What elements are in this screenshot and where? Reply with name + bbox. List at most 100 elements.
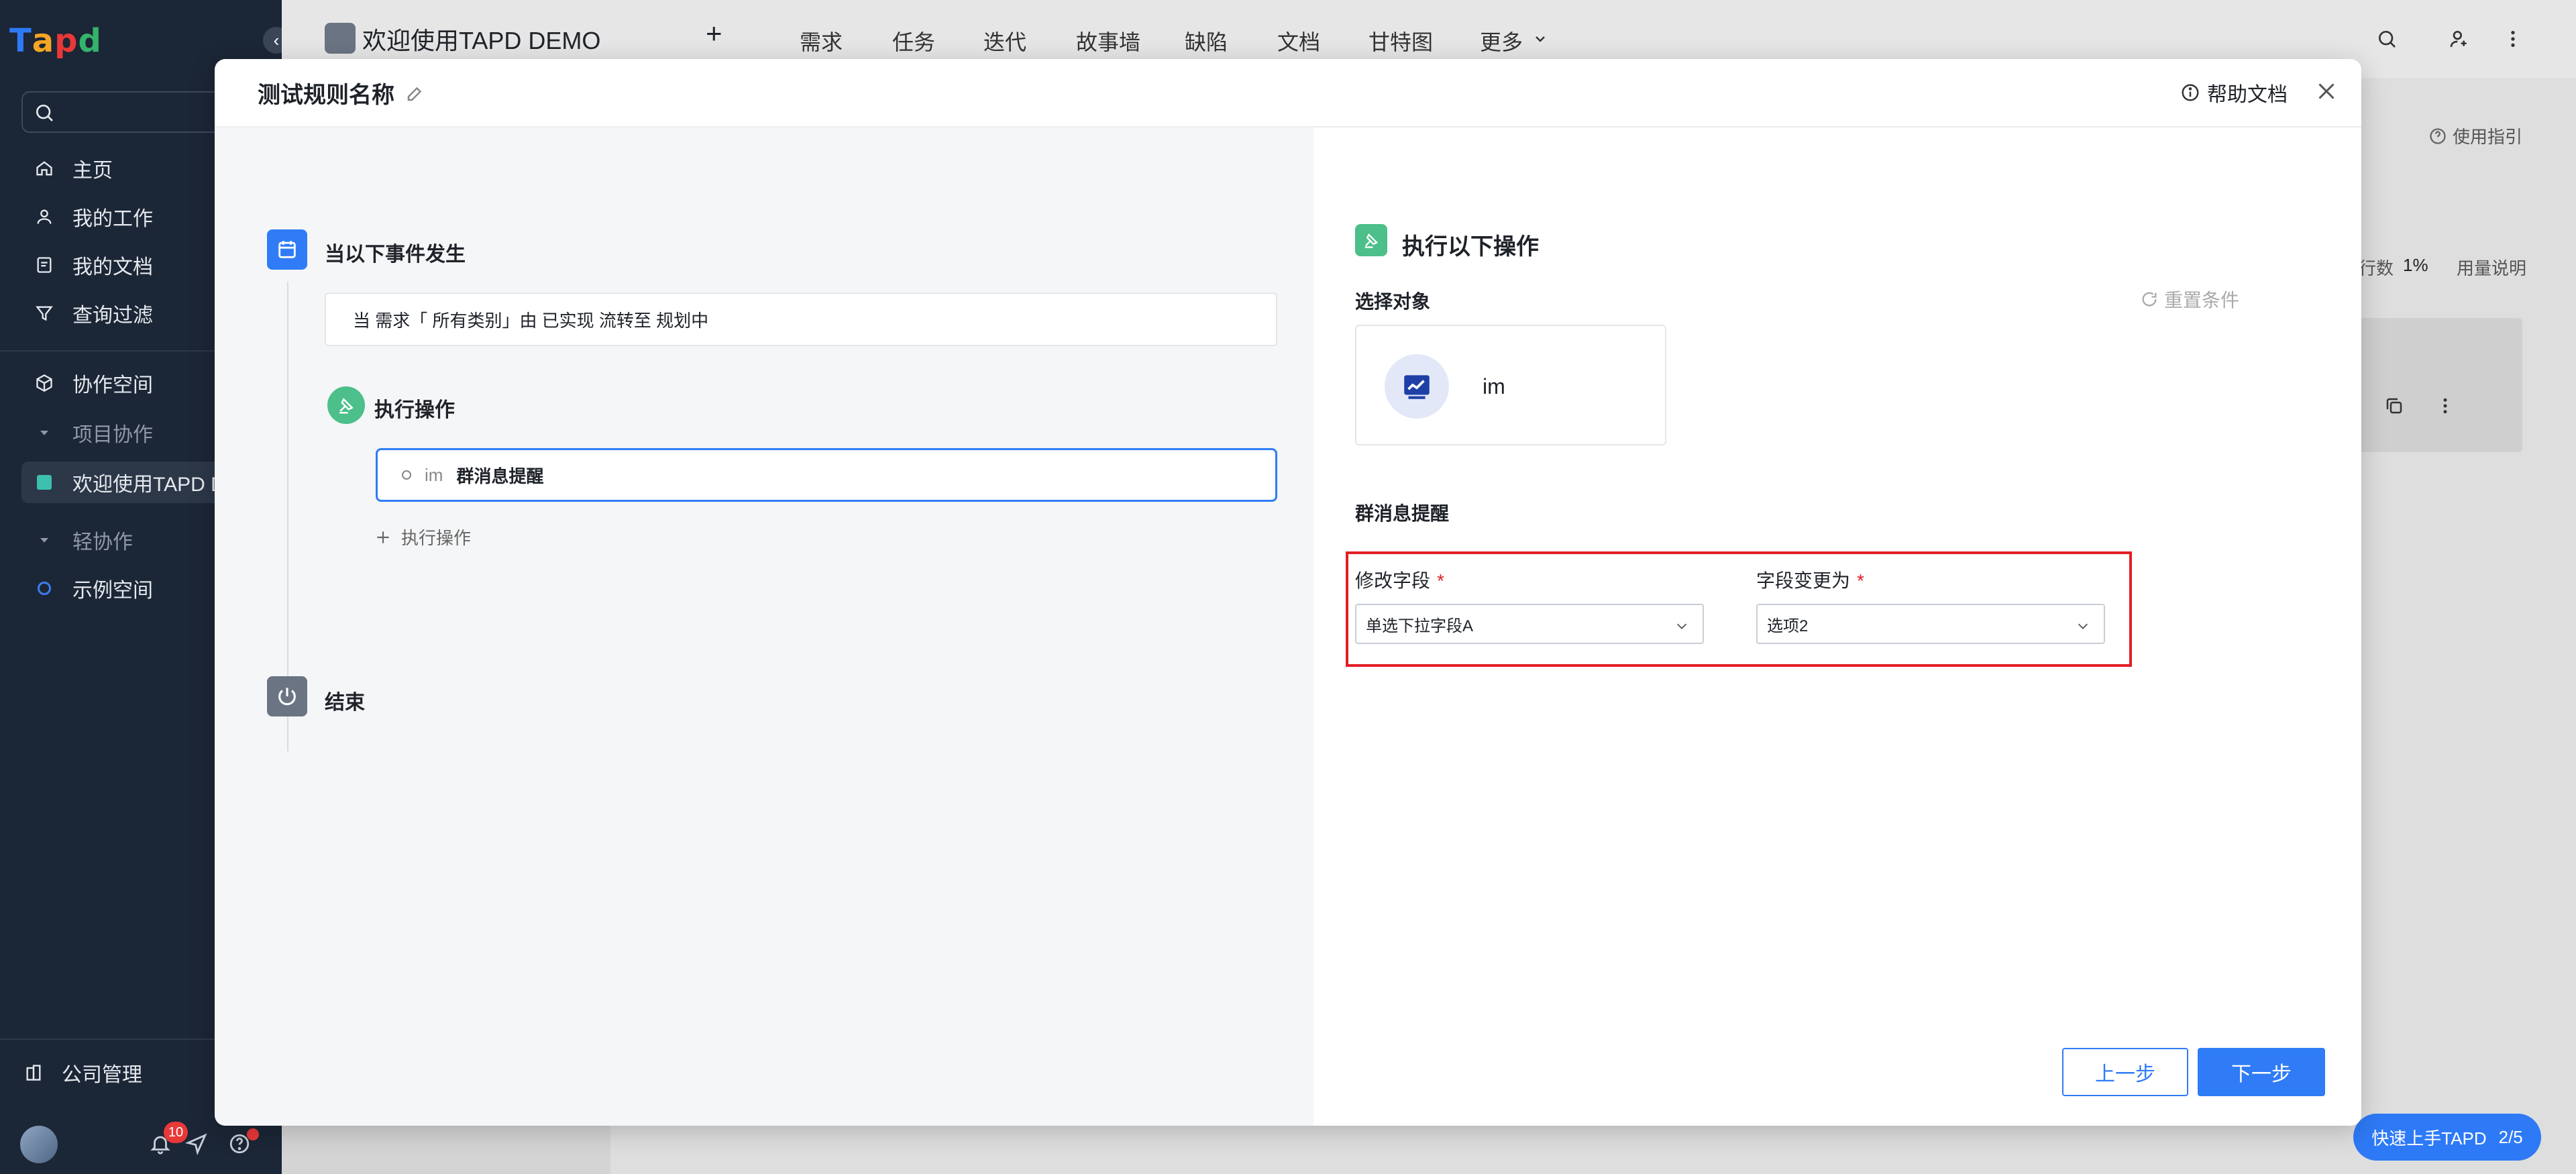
quick-start-button[interactable]: 快速上手TAPD 2/5 bbox=[2353, 1114, 2541, 1161]
background-table-row bbox=[2355, 318, 2522, 452]
reset-conditions-label: 重置条件 bbox=[2164, 290, 2240, 311]
sidebar-item-label: 示例空间 bbox=[72, 580, 153, 602]
add-button[interactable]: + bbox=[706, 17, 722, 50]
row-count-label: 行数 bbox=[2359, 258, 2394, 278]
project-icon bbox=[325, 23, 356, 54]
search-icon bbox=[36, 105, 53, 121]
change-to-value: 选项2 bbox=[1767, 617, 1809, 635]
more-vertical-icon[interactable] bbox=[2435, 396, 2455, 419]
modify-field-select[interactable]: 单选下拉字段A bbox=[1355, 604, 1704, 644]
sidebar-item-label: 欢迎使用TAPD D bbox=[72, 474, 225, 496]
config-title: 执行以下操作 bbox=[1402, 234, 1539, 260]
sidebar-group-project-collab[interactable]: 项目协作 bbox=[34, 413, 153, 452]
change-to-select[interactable]: 选项2 bbox=[1756, 604, 2105, 644]
required-mark: * bbox=[1857, 570, 1864, 591]
status-circle-icon bbox=[402, 470, 411, 480]
usage-explanation-link[interactable]: 用量说明 bbox=[2457, 255, 2526, 280]
sidebar-item-label: 轻协作 bbox=[72, 531, 133, 553]
edit-icon[interactable] bbox=[405, 83, 425, 107]
info-icon bbox=[2182, 84, 2199, 101]
chevron-down-icon bbox=[2078, 623, 2088, 629]
chevron-down-icon bbox=[1676, 623, 1687, 629]
trigger-step-label: 当以下事件发生 bbox=[325, 244, 466, 266]
previous-step-button[interactable]: 上一步 bbox=[2062, 1048, 2188, 1096]
calendar-icon bbox=[267, 229, 307, 270]
help-red-dot bbox=[247, 1128, 259, 1140]
action-item-target: im bbox=[425, 464, 443, 485]
target-card-im[interactable]: im bbox=[1355, 325, 1666, 445]
tab-requirements[interactable]: 需求 bbox=[800, 25, 843, 56]
user-icon bbox=[34, 206, 55, 227]
tab-more[interactable]: 更多 bbox=[1480, 25, 1523, 56]
building-icon bbox=[23, 1062, 44, 1083]
help-docs-link[interactable]: 帮助文档 bbox=[2180, 78, 2288, 107]
user-avatar[interactable] bbox=[20, 1126, 58, 1163]
sidebar-item-collab-space[interactable]: 协作空间 bbox=[34, 364, 153, 403]
usage-guide-link[interactable]: 使用指引 bbox=[2428, 123, 2522, 148]
tab-docs[interactable]: 文档 bbox=[1277, 25, 1320, 56]
tab-iterations[interactable]: 迭代 bbox=[983, 25, 1026, 56]
power-icon bbox=[267, 676, 307, 716]
sidebar-item-example-space[interactable]: 示例空间 bbox=[34, 569, 153, 608]
sidebar-item-query-filter[interactable]: 查询过滤 bbox=[34, 294, 153, 333]
next-step-button[interactable]: 下一步 bbox=[2198, 1048, 2325, 1096]
change-to-text: 字段变更为 bbox=[1756, 570, 1851, 591]
end-step-label: 结束 bbox=[325, 692, 365, 714]
sidebar-item-company-admin[interactable]: 公司管理 bbox=[23, 1053, 142, 1092]
row-count-value: 1% bbox=[2403, 255, 2428, 275]
tab-tasks[interactable]: 任务 bbox=[892, 25, 935, 56]
action-config-pane: 执行以下操作 选择对象 重置条件 im 群消息提醒 修改字段 * 单选下拉字段A bbox=[1313, 127, 2361, 1126]
sidebar-group-light-collab[interactable]: 轻协作 bbox=[34, 521, 133, 559]
plus-icon bbox=[377, 531, 389, 543]
select-target-label: 选择对象 bbox=[1355, 291, 1431, 312]
sidebar-item-label: 公司管理 bbox=[62, 1064, 142, 1086]
tab-bugs[interactable]: 缺陷 bbox=[1185, 25, 1228, 56]
chevron-down-icon[interactable] bbox=[1528, 27, 1552, 51]
project-title[interactable]: 欢迎使用TAPD DEMO bbox=[362, 21, 600, 56]
action-item-selected[interactable]: im 群消息提醒 bbox=[376, 448, 1277, 502]
send-icon[interactable] bbox=[184, 1132, 208, 1159]
im-chart-icon bbox=[1385, 354, 1449, 419]
sidebar-item-my-docs[interactable]: 我的文档 bbox=[34, 246, 153, 284]
add-action-button[interactable]: 执行操作 bbox=[374, 525, 471, 549]
tab-story-wall[interactable]: 故事墙 bbox=[1076, 25, 1140, 56]
help-docs-label: 帮助文档 bbox=[2207, 84, 2288, 106]
sidebar-item-home[interactable]: 主页 bbox=[34, 149, 113, 188]
user-add-icon[interactable] bbox=[2447, 27, 2471, 51]
help-circle-icon bbox=[2430, 127, 2446, 144]
action-hammer-icon bbox=[1355, 224, 1387, 256]
modify-field-text: 修改字段 bbox=[1355, 570, 1431, 591]
dialog-title: 测试规则名称 bbox=[258, 83, 394, 108]
tapd-logo[interactable]: Tapd bbox=[9, 20, 102, 62]
project-square-icon bbox=[34, 472, 55, 493]
trigger-condition[interactable]: 当 需求「 所有类别」由 已实现 流转至 规划中 bbox=[325, 292, 1277, 346]
close-icon[interactable] bbox=[2314, 79, 2339, 107]
copy-icon[interactable] bbox=[2384, 396, 2404, 419]
cube-icon bbox=[34, 372, 55, 394]
more-vertical-icon[interactable] bbox=[2501, 27, 2525, 51]
quick-start-label: 快速上手TAPD bbox=[2371, 1128, 2487, 1149]
action-step-label: 执行操作 bbox=[374, 399, 455, 421]
dialog-header: 测试规则名称 帮助文档 bbox=[215, 59, 2361, 127]
usage-guide-label: 使用指引 bbox=[2453, 127, 2523, 147]
circle-icon bbox=[34, 578, 55, 599]
quick-start-progress: 2/5 bbox=[2498, 1126, 2523, 1147]
target-name: im bbox=[1483, 374, 1505, 398]
modify-field-label: 修改字段 * bbox=[1355, 566, 1444, 593]
search-icon[interactable] bbox=[2375, 27, 2399, 51]
sidebar-item-my-work[interactable]: 我的工作 bbox=[34, 197, 153, 236]
add-action-label: 执行操作 bbox=[401, 528, 472, 548]
notification-badge: 10 bbox=[164, 1122, 188, 1143]
home-icon bbox=[34, 158, 55, 179]
sidebar-item-label: 项目协作 bbox=[72, 424, 153, 446]
sidebar-item-welcome-project[interactable]: 欢迎使用TAPD D bbox=[34, 463, 225, 502]
sidebar-item-label: 主页 bbox=[72, 160, 113, 182]
caret-down-icon bbox=[34, 422, 55, 443]
sidebar-item-label: 我的文档 bbox=[72, 256, 153, 278]
tab-gantt[interactable]: 甘特图 bbox=[1368, 25, 1433, 56]
caret-down-icon bbox=[34, 529, 55, 551]
workflow-pane: 当以下事件发生 当 需求「 所有类别」由 已实现 流转至 规划中 执行操作 im… bbox=[215, 127, 1313, 1126]
reset-conditions-button[interactable]: 重置条件 bbox=[2140, 286, 2239, 313]
group-message-label: 群消息提醒 bbox=[1355, 503, 1450, 524]
modify-field-value: 单选下拉字段A bbox=[1366, 617, 1474, 635]
